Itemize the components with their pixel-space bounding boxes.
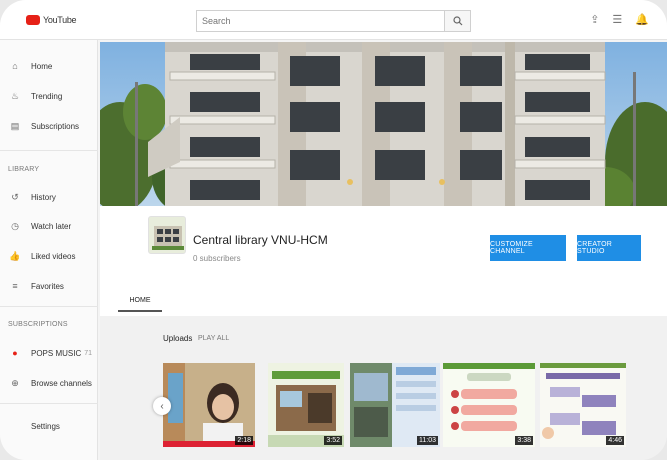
search-box <box>196 10 471 32</box>
video-duration: 2:18 <box>235 436 253 445</box>
history-icon: ↺ <box>11 191 19 202</box>
channel-name: Central library VNU-HCM <box>193 233 328 247</box>
clock-icon: ◷ <box>11 220 19 231</box>
search-input[interactable] <box>197 11 442 31</box>
sidebar-item-settings[interactable]: Settings <box>0 416 98 436</box>
video-thumbnail[interactable]: 3:52 <box>268 363 344 447</box>
add-circle-icon: ⊕ <box>11 377 19 388</box>
sidebar-divider <box>0 403 98 404</box>
sidebar-item-label: Home <box>31 61 53 71</box>
video-thumbnail[interactable]: 3:38 <box>443 363 535 447</box>
video-duration: 3:38 <box>515 436 533 445</box>
video-thumbnail-image <box>443 363 535 447</box>
video-duration: 3:52 <box>324 436 342 445</box>
subscription-count: 71 <box>84 349 92 357</box>
top-right-icons: ⇪ ☰ 🔔 <box>590 13 649 26</box>
creator-studio-button[interactable]: CREATOR STUDIO <box>577 235 641 261</box>
channel-avatar[interactable] <box>148 216 186 254</box>
library-heading: LIBRARY <box>8 166 40 173</box>
sidebar-item-liked-videos[interactable]: 👍 Liked videos <box>0 246 98 266</box>
sidebar-item-label: History <box>31 192 56 202</box>
sidebar-item-label: Liked videos <box>31 251 76 261</box>
video-thumbnail[interactable]: 11:03 <box>350 363 440 447</box>
sidebar-item-label: Settings <box>31 421 60 431</box>
sidebar-item-label: Browse channels <box>31 378 92 388</box>
subscriptions-heading: SUBSCRIPTIONS <box>8 321 68 328</box>
video-thumbnail-image <box>268 363 344 447</box>
customize-channel-button[interactable]: CUSTOMIZE CHANNEL <box>490 235 566 261</box>
tab-home[interactable]: HOME <box>118 290 162 312</box>
library-building-image <box>100 42 667 206</box>
sidebar-item-label: Favorites <box>31 281 64 291</box>
apps-icon[interactable]: ☰ <box>612 13 622 26</box>
logo-text: YouTube <box>43 15 77 25</box>
sidebar-item-label: Watch later <box>31 221 72 231</box>
video-thumbnail-image <box>540 363 626 447</box>
sidebar-divider <box>0 150 98 151</box>
video-thumbnail-image <box>350 363 440 447</box>
flame-icon: ♨ <box>10 90 20 101</box>
browser-frame: YouTube ⇪ ☰ 🔔 ⌂ Home ♨ Trending ▤ Subscr… <box>0 0 667 460</box>
channel-header: Central library VNU-HCM 0 subscribers CU… <box>100 206 667 316</box>
chevron-left-icon: ‹ <box>160 400 164 412</box>
sidebar-item-label: POPS MUSIC <box>31 348 82 358</box>
carousel-prev-button[interactable]: ‹ <box>153 397 171 415</box>
subscriptions-icon: ▤ <box>10 120 20 131</box>
channel-banner <box>100 42 667 206</box>
sidebar-item-home[interactable]: ⌂ Home <box>0 56 98 76</box>
video-thumbnail-image <box>163 363 255 447</box>
video-thumbnail[interactable]: 4:46 <box>540 363 626 447</box>
play-all-link[interactable]: PLAY ALL <box>198 335 229 342</box>
sidebar-item-watch-later[interactable]: ◷ Watch later <box>0 216 98 236</box>
search-icon <box>452 16 462 26</box>
sidebar-item-favorites[interactable]: ≡ Favorites <box>0 276 98 296</box>
home-icon: ⌂ <box>12 61 18 71</box>
uploads-title[interactable]: Uploads <box>163 334 192 343</box>
video-duration: 4:46 <box>606 436 624 445</box>
sidebar-item-pops-music[interactable]: ● POPS MUSIC 71 <box>0 343 98 363</box>
video-thumbnail[interactable]: 2:18 <box>163 363 255 447</box>
youtube-play-icon <box>26 15 40 25</box>
sidebar-item-label: Trending <box>31 91 63 101</box>
video-duration: 11:03 <box>417 436 438 445</box>
playlist-icon: ≡ <box>12 281 18 291</box>
sidebar-divider <box>0 306 98 307</box>
channel-avatar-image <box>149 217 185 253</box>
sidebar-item-label: Subscriptions <box>31 121 80 131</box>
sidebar-item-history[interactable]: ↺ History <box>0 187 98 207</box>
sidebar-item-subscriptions[interactable]: ▤ Subscriptions <box>0 116 98 136</box>
search-button[interactable] <box>444 11 470 31</box>
sidebar-item-trending[interactable]: ♨ Trending <box>0 86 98 106</box>
thumb-up-icon: 👍 <box>9 250 21 261</box>
upload-icon[interactable]: ⇪ <box>590 13 599 26</box>
channel-avatar-icon: ● <box>12 348 18 358</box>
sidebar-item-browse-channels[interactable]: ⊕ Browse channels <box>0 373 98 393</box>
notifications-icon[interactable]: 🔔 <box>635 13 649 26</box>
subscriber-count: 0 subscribers <box>193 254 241 263</box>
top-bar: YouTube ⇪ ☰ 🔔 <box>0 0 667 40</box>
youtube-logo[interactable]: YouTube <box>26 12 77 28</box>
uploads-section: Uploads PLAY ALL ‹ 2:18 3:52 11:03 3:38 … <box>100 316 667 460</box>
sidebar: ⌂ Home ♨ Trending ▤ Subscriptions LIBRAR… <box>0 40 98 460</box>
